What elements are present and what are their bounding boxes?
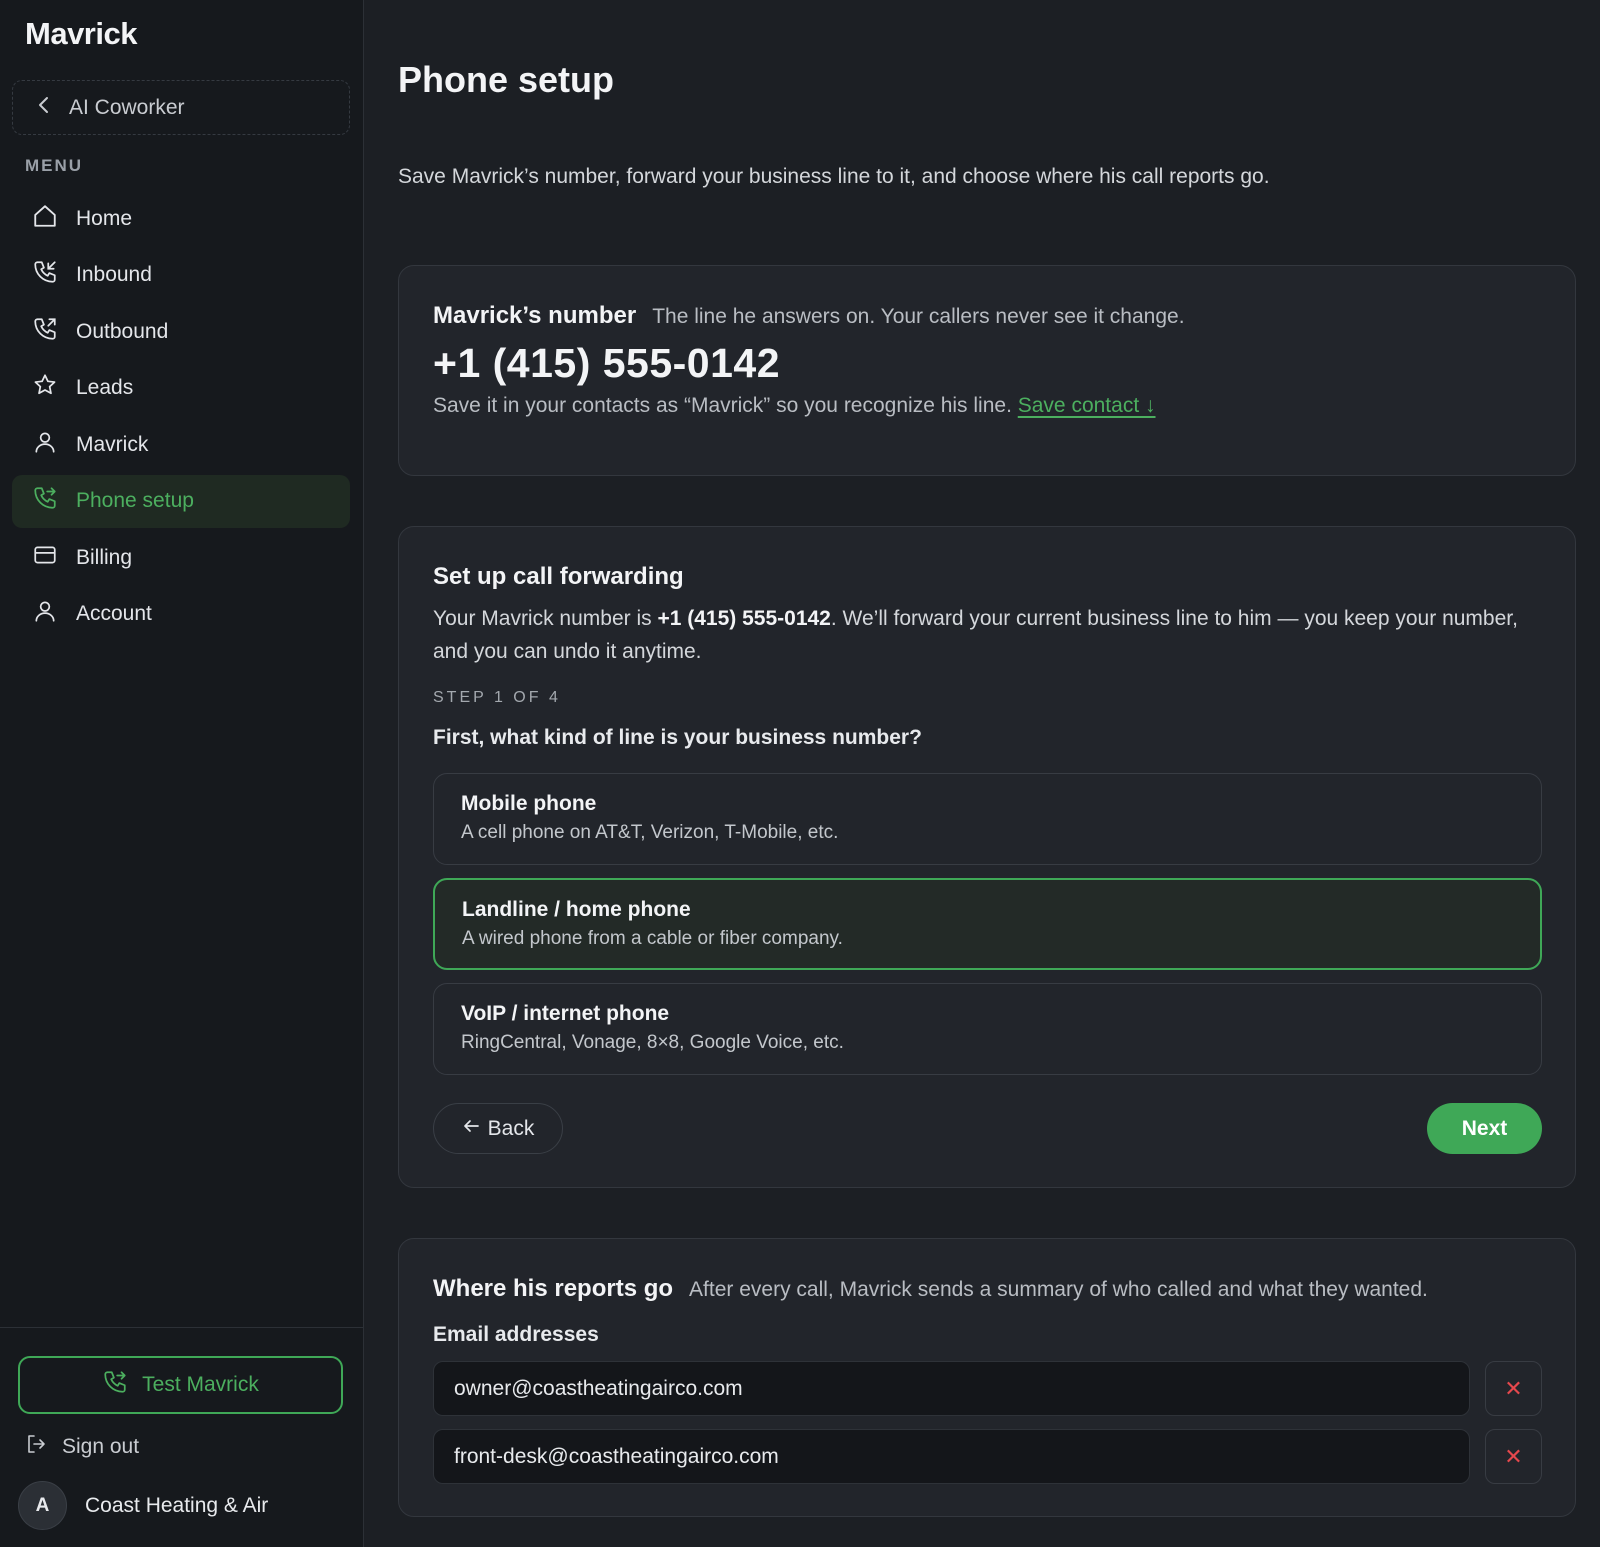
- call-forwarding-card: Set up call forwarding Your Mavrick numb…: [398, 526, 1576, 1188]
- credit-card-icon: [32, 542, 58, 574]
- reports-description: After every call, Mavrick sends a summar…: [689, 1278, 1428, 1301]
- sidebar-item-account[interactable]: Account: [12, 588, 350, 641]
- sign-out-button[interactable]: Sign out: [24, 1432, 139, 1462]
- call-forwarding-title: Set up call forwarding: [433, 563, 684, 590]
- option-subtitle: A wired phone from a cable or fiber comp…: [462, 928, 843, 949]
- home-icon: [32, 203, 58, 235]
- chevron-left-icon: [37, 96, 51, 120]
- forwarding-desc-prefix: Your Mavrick number is: [433, 607, 658, 630]
- email-field[interactable]: [433, 1429, 1470, 1484]
- reports-header: Where his reports go After every call, M…: [433, 1275, 1428, 1303]
- sign-out-label: Sign out: [62, 1435, 140, 1458]
- sidebar-item-label: Account: [76, 602, 152, 625]
- user-icon: [32, 429, 58, 461]
- save-contact-link[interactable]: Save contact ↓: [1018, 394, 1156, 417]
- sidebar-item-label: Inbound: [76, 263, 152, 286]
- option-title: VoIP / internet phone: [461, 1002, 670, 1025]
- sidebar-item-label: Outbound: [76, 319, 169, 343]
- forwarding-desc-number: +1 (415) 555-0142: [657, 607, 831, 630]
- account-name: Coast Heating & Air: [85, 1493, 269, 1517]
- phone-outgoing-icon: [32, 316, 58, 348]
- option-subtitle: A cell phone on AT&T, Verizon, T-Mobile,…: [461, 822, 839, 843]
- number-card-heading: Mavrick’s number: [433, 302, 637, 329]
- menu-heading: MENU: [25, 156, 84, 175]
- close-icon: ✕: [1504, 1443, 1523, 1469]
- phone-forward-icon: [32, 485, 58, 517]
- step-indicator: STEP 1 OF 4: [433, 689, 561, 706]
- account-switcher[interactable]: A Coast Heating & Air: [18, 1481, 268, 1530]
- call-forwarding-description: Your Mavrick number is +1 (415) 555-0142…: [433, 602, 1543, 668]
- back-label: AI Coworker: [69, 95, 185, 119]
- sidebar-item-billing[interactable]: Billing: [12, 531, 350, 584]
- save-contact-line: Save it in your contacts as “Mavrick” so…: [433, 394, 1156, 418]
- mavrick-phone-number: +1 (415) 555-0142: [433, 340, 781, 386]
- sidebar-footer: Test Mavrick Sign out A Coast Heating & …: [0, 1327, 364, 1547]
- star-icon: [32, 372, 58, 404]
- mavrick-number-card: Mavrick’s number The line he answers on.…: [398, 265, 1576, 476]
- sidebar-item-outbound[interactable]: Outbound: [12, 305, 350, 358]
- avatar: A: [18, 1481, 67, 1530]
- option-mobile-phone[interactable]: Mobile phone A cell phone on AT&T, Veriz…: [433, 773, 1542, 865]
- option-subtitle: RingCentral, Vonage, 8×8, Google Voice, …: [461, 1032, 844, 1053]
- sidebar-item-phone-setup[interactable]: Phone setup: [12, 474, 350, 528]
- remove-email-button[interactable]: ✕: [1485, 1429, 1542, 1484]
- phone-forward-icon: [102, 1369, 128, 1401]
- back-to-ai-coworker-button[interactable]: AI Coworker: [12, 80, 350, 135]
- option-voip-phone[interactable]: VoIP / internet phone RingCentral, Vonag…: [433, 983, 1542, 1075]
- next-button[interactable]: Next: [1427, 1103, 1542, 1154]
- sidebar-item-label: Home: [76, 206, 133, 230]
- sidebar-item-label: Billing: [76, 545, 133, 569]
- option-title: Landline / home phone: [462, 898, 691, 921]
- number-card-description: The line he answers on. Your callers nev…: [652, 305, 1185, 328]
- page-title: Phone setup: [398, 59, 615, 100]
- reports-heading: Where his reports go: [433, 1275, 674, 1302]
- option-title: Mobile phone: [461, 792, 597, 815]
- user-icon: [32, 598, 58, 630]
- close-icon: ✕: [1504, 1375, 1523, 1401]
- back-label: Back: [487, 1116, 535, 1140]
- sidebar-item-label: Mavrick: [76, 432, 149, 456]
- phone-incoming-icon: [32, 259, 58, 291]
- remove-email-button[interactable]: ✕: [1485, 1361, 1542, 1416]
- sidebar-item-label: Leads: [76, 376, 134, 399]
- page-subtitle: Save Mavrick’s number, forward your busi…: [398, 165, 1270, 188]
- email-field[interactable]: [433, 1361, 1470, 1416]
- line-type-question: First, what kind of line is your busines…: [433, 726, 922, 749]
- sign-out-icon: [24, 1432, 48, 1462]
- sidebar-nav: Home Inbound Outbound Leads Mavrick Phon…: [12, 192, 350, 644]
- sidebar: Mavrick AI Coworker MENU Home Inbound Ou…: [0, 0, 364, 1547]
- sidebar-item-mavrick[interactable]: Mavrick: [12, 418, 350, 471]
- number-card-header: Mavrick’s number The line he answers on.…: [433, 302, 1185, 330]
- save-contact-text: Save it in your contacts as “Mavrick” so…: [433, 394, 1012, 417]
- brand-logo: Mavrick: [25, 16, 137, 51]
- sidebar-item-leads[interactable]: Leads: [12, 362, 350, 415]
- arrow-left-icon: [462, 1117, 480, 1141]
- test-mavrick-button[interactable]: Test Mavrick: [18, 1356, 343, 1414]
- reports-card: Where his reports go After every call, M…: [398, 1238, 1576, 1517]
- test-mavrick-label: Test Mavrick: [142, 1373, 259, 1396]
- back-button[interactable]: Back: [433, 1103, 563, 1154]
- option-landline-phone[interactable]: Landline / home phone A wired phone from…: [433, 878, 1542, 970]
- sidebar-item-inbound[interactable]: Inbound: [12, 249, 350, 302]
- sidebar-item-home[interactable]: Home: [12, 192, 350, 245]
- email-addresses-label: Email addresses: [433, 1323, 599, 1346]
- sidebar-item-label: Phone setup: [76, 489, 194, 512]
